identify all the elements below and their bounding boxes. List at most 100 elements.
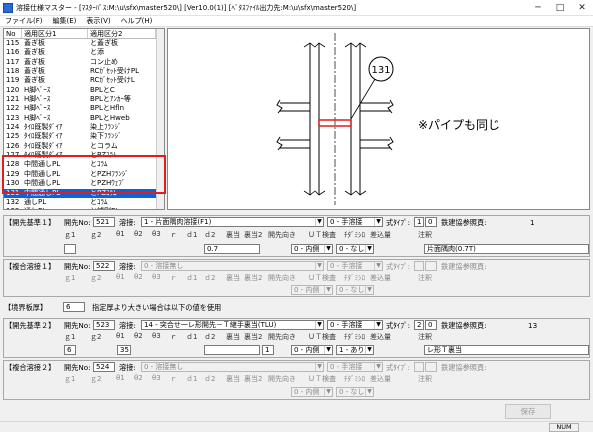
- param-header: 裏当: [226, 231, 240, 239]
- list-item[interactable]: 120 H脚ﾍﾞｰｽ BPLとC: [4, 86, 164, 95]
- menu-help[interactable]: ヘルプ(H): [116, 16, 158, 26]
- fukugo1-shiki-a[interactable]: [414, 261, 424, 271]
- kaisaki2-muki-value: 0 - 内側: [294, 346, 320, 354]
- fukugo1-method-select[interactable]: 0 - 手溶接 ▼: [327, 261, 383, 271]
- fukugo1-yousetsu-select[interactable]: 0 - 溶接無し ▼: [141, 261, 324, 271]
- list-item[interactable]: 122 H脚ﾍﾞｰｽ BPLとHfln: [4, 104, 164, 113]
- fukugo2-title: 【複合溶接２】: [5, 363, 56, 372]
- list-item[interactable]: 123 H脚ﾍﾞｰｽ BPLとHweb: [4, 114, 164, 123]
- kaisaki2-method-value: 0 - 手溶接: [330, 321, 363, 329]
- chevron-down-icon: ▼: [315, 321, 323, 329]
- list-item[interactable]: 124 ﾀｲﾛ既製ﾀﾞｲｱ 染上ﾌﾗﾝｼﾞ: [4, 123, 164, 132]
- menu-file[interactable]: ファイル(F): [0, 16, 48, 26]
- param-header: ｄ2: [204, 333, 216, 341]
- chevron-down-icon: ▼: [374, 262, 382, 270]
- list-cell: BPLとC: [90, 85, 115, 94]
- kaisaki1-shiki-b[interactable]: 0: [425, 217, 437, 227]
- kaisaki2-ura[interactable]: 1: [262, 345, 274, 355]
- kaisaki1-yousetsu-select[interactable]: 1 - 片面隅肉溶接(F1) ▼: [141, 217, 324, 227]
- fukugo1-no-field[interactable]: 522: [93, 261, 115, 271]
- minimize-button[interactable]: ─: [527, 0, 549, 16]
- kaisaki2-shiki-b[interactable]: 0: [425, 320, 437, 330]
- list-item[interactable]: 133通しPLと補剛PL: [4, 207, 164, 209]
- menu-edit[interactable]: 編集(E): [48, 16, 82, 26]
- kaisaki2-yousetsu-select[interactable]: 14 - 突合せ一レ形開先－Ｔ継手裏当(TLU) ▼: [141, 320, 324, 330]
- list-item[interactable]: 132 通しPL とｺﾗﾑ: [4, 198, 164, 207]
- param-header: θ2: [134, 374, 143, 382]
- kaisaki2-muki-select[interactable]: 0 - 内側 ▼: [291, 345, 333, 355]
- chevron-down-icon: ▼: [324, 388, 332, 396]
- menu-view[interactable]: 表示(V): [81, 16, 115, 26]
- num-lock-indicator: NUM: [549, 423, 579, 432]
- kaisaki1-ut-select[interactable]: 0 - なし ▼: [336, 244, 374, 254]
- fukugo2-ut-select[interactable]: 0 - なし ▼: [336, 387, 374, 397]
- list-item[interactable]: 126 ﾀｲﾛ既製ﾀﾞｲｱ とコラム: [4, 142, 164, 151]
- list-cell: 蓋ぎ板: [24, 57, 45, 66]
- fukugo2-shiki-a[interactable]: [414, 362, 424, 372]
- list-cell: 蓋ぎ板: [24, 76, 45, 85]
- kaisaki2-d2[interactable]: [204, 345, 260, 355]
- kaisaki1-chushaku[interactable]: 片面隅肉(0.7T): [424, 244, 589, 254]
- fukugo2-yousetsu-select[interactable]: 0 - 溶接無し ▼: [141, 362, 324, 372]
- kaisaki1-no-label: 開先No:: [64, 218, 91, 227]
- fukugo1-ut-select[interactable]: 0 - なし ▼: [336, 285, 374, 295]
- param-header: θ1: [116, 273, 125, 281]
- param-header: ｄ1: [186, 231, 198, 239]
- kaisaki1-d2[interactable]: 0.7: [204, 244, 260, 254]
- kaisaki1-no-field[interactable]: 521: [93, 217, 115, 227]
- param-header: ﾁﾀﾞﾐｼﾛ: [344, 231, 365, 239]
- chevron-down-icon: ▼: [374, 363, 382, 371]
- fukugo2-muki-select[interactable]: 0 - 内側 ▼: [291, 387, 333, 397]
- param-header: ＵＴ検査: [308, 231, 336, 239]
- maximize-button[interactable]: □: [549, 0, 571, 16]
- kaisaki1-yousetsu-label: 溶接:: [119, 218, 136, 227]
- kaisaki2-method-select[interactable]: 0 - 手溶接 ▼: [327, 320, 383, 330]
- param-header: 差込量: [370, 375, 391, 383]
- chevron-down-icon: ▼: [315, 262, 323, 270]
- fukugo1-shiki-b[interactable]: [425, 261, 437, 271]
- kaisaki1-method-select[interactable]: 0 - 手溶接 ▼: [327, 217, 383, 227]
- kaisaki2-no-field[interactable]: 523: [93, 320, 115, 330]
- kaisaki1-muki-select[interactable]: 0 - 内側 ▼: [291, 244, 333, 254]
- chevron-down-icon: ▼: [324, 286, 332, 294]
- save-button[interactable]: 保存: [505, 404, 551, 419]
- param-header: 裏当: [226, 375, 240, 383]
- kaisaki2-ut-select[interactable]: 1 - あり ▼: [336, 345, 374, 355]
- fukugo2-ut-value: 0 - なし: [339, 388, 365, 396]
- list-item[interactable]: 119 蓋ぎ板 RCｶﾞｾｯﾄ受けL: [4, 76, 164, 85]
- kyokai-value-field[interactable]: 6: [63, 302, 85, 312]
- kaisaki2-t1[interactable]: 35: [117, 345, 131, 355]
- kaisaki2-shiki-a[interactable]: 2: [414, 320, 424, 330]
- column-header-category2[interactable]: 適用区分2: [88, 29, 156, 38]
- fukugo2-no-field[interactable]: 524: [93, 362, 115, 372]
- fukugo1-muki-select[interactable]: 0 - 内側 ▼: [291, 285, 333, 295]
- param-header: 裏当2: [244, 333, 263, 341]
- kaisaki1-muki-value: 0 - 内側: [294, 245, 320, 253]
- column-header-category1[interactable]: 適用区分1: [22, 29, 88, 38]
- list-item[interactable]: 118 蓋ぎ板 RCｶﾞｾｯﾄ受けPL: [4, 67, 164, 76]
- kaisaki2-yousetsu-value: 14 - 突合せ一レ形開先－Ｔ継手裏当(TLU): [144, 321, 277, 329]
- param-header: ｄ2: [204, 231, 216, 239]
- kaisaki2-g1[interactable]: 6: [64, 345, 76, 355]
- list-item[interactable]: 115 蓋ぎ板 と蓋ぎ板: [4, 39, 164, 48]
- kaisaki1-g1[interactable]: [64, 244, 76, 254]
- chevron-down-icon: ▼: [374, 321, 382, 329]
- list-item[interactable]: 125 ﾀｲﾛ既製ﾀﾞｲｱ 染下ﾌﾗﾝｼﾞ: [4, 132, 164, 141]
- fukugo2-shiki-b[interactable]: [425, 362, 437, 372]
- param-header: 開先向き: [268, 375, 296, 383]
- list-cell: H脚ﾍﾞｰｽ: [24, 113, 51, 122]
- param-header: 開先向き: [268, 333, 296, 341]
- param-header: ｇ1: [64, 375, 76, 383]
- param-header: θ1: [116, 332, 125, 340]
- chevron-down-icon: ▼: [365, 286, 373, 294]
- list-item[interactable]: 117 蓋ぎ板 コン止め: [4, 58, 164, 67]
- close-button[interactable]: ✕: [571, 0, 593, 16]
- list-cell: コン止め: [90, 57, 118, 66]
- list-item[interactable]: 121 H脚ﾍﾞｰｽ BPLとｱﾝｶｰ等: [4, 95, 164, 104]
- kaisaki1-shiki-a[interactable]: 1: [414, 217, 424, 227]
- column-header-no[interactable]: No: [4, 29, 22, 38]
- list-item[interactable]: 116 蓋ぎ板 と添: [4, 48, 164, 57]
- kaisaki2-chushaku[interactable]: レ形Ｔ裏当: [424, 345, 589, 355]
- list-cell: とｺﾗﾑ: [90, 197, 108, 206]
- fukugo2-method-select[interactable]: 0 - 手溶接 ▼: [327, 362, 383, 372]
